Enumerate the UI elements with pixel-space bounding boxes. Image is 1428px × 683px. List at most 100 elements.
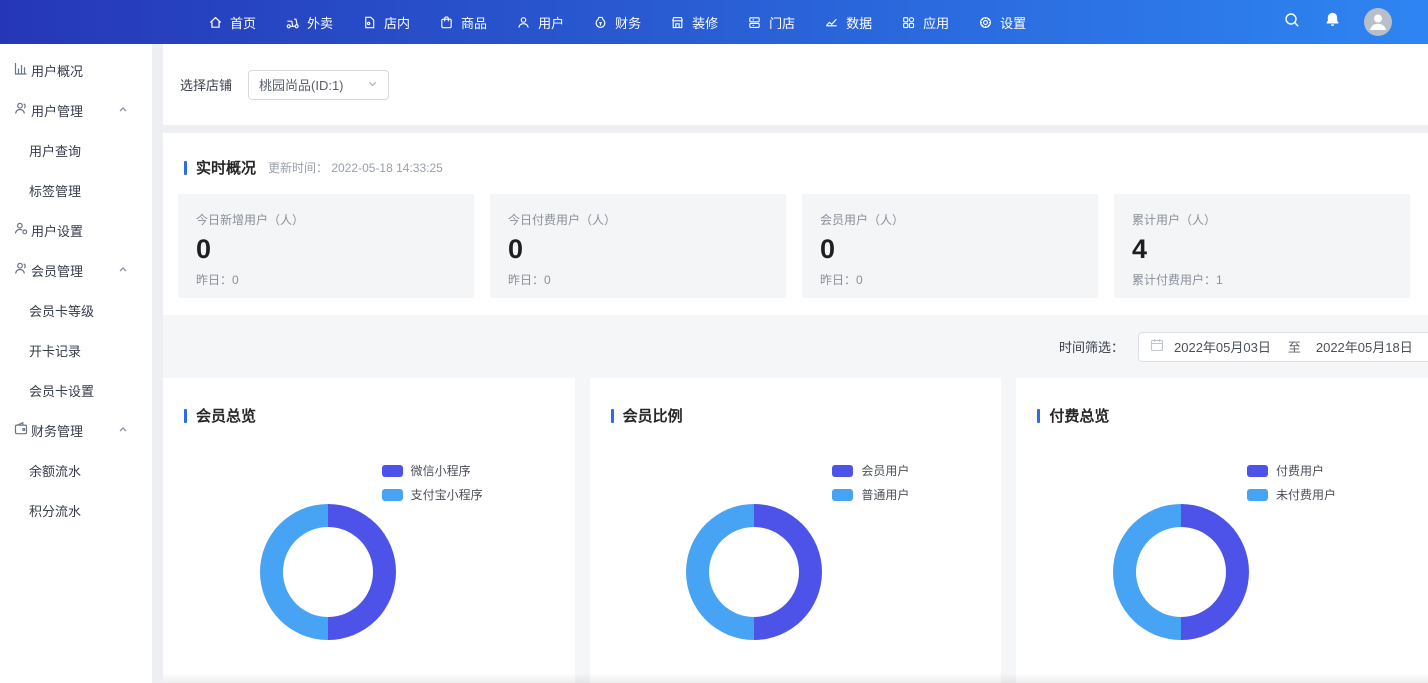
legend-item[interactable]: 支付宝小程序 bbox=[382, 486, 483, 503]
store-select-label: 选择店铺 bbox=[180, 75, 232, 94]
nav-item-settings[interactable]: 设置 bbox=[978, 13, 1026, 32]
sidebar-item-member-card-level[interactable]: 会员卡等级 bbox=[0, 290, 152, 330]
legend-swatch bbox=[832, 489, 853, 501]
legend-item[interactable]: 普通用户 bbox=[832, 486, 909, 503]
legend-label: 微信小程序 bbox=[411, 462, 471, 479]
stat-card-new-users-today: 今日新增用户（人） 0 昨日：0 bbox=[178, 194, 474, 298]
nav-item-label: 用户 bbox=[538, 13, 564, 32]
data-icon bbox=[824, 15, 839, 30]
legend-item[interactable]: 会员用户 bbox=[832, 462, 909, 479]
sidebar-item-user-settings[interactable]: 用户设置 bbox=[0, 210, 152, 250]
title-marker bbox=[1037, 409, 1040, 423]
sidebar-item-label: 用户设置 bbox=[31, 221, 83, 240]
nav-item-goods[interactable]: 商品 bbox=[439, 13, 487, 32]
stat-value: 0 bbox=[196, 236, 474, 263]
sidebar-group-finance-management[interactable]: 财务管理 bbox=[0, 410, 152, 450]
user-icon bbox=[516, 15, 531, 30]
nav-item-home[interactable]: 首页 bbox=[208, 13, 256, 32]
instore-icon bbox=[362, 15, 377, 30]
sidebar-item-label: 标签管理 bbox=[29, 181, 81, 200]
donut-chart-member-overview[interactable] bbox=[260, 504, 396, 640]
store-select-card: 选择店铺 桃园尚品(ID:1) bbox=[163, 44, 1428, 125]
sidebar-item-tag-management[interactable]: 标签管理 bbox=[0, 170, 152, 210]
chart-title: 会员比例 bbox=[623, 405, 683, 426]
store-select-value: 桃园尚品(ID:1) bbox=[259, 75, 367, 94]
stat-label: 会员用户（人） bbox=[820, 211, 1098, 228]
start-date[interactable]: 2022年05月03日 bbox=[1174, 337, 1271, 356]
stat-value: 4 bbox=[1132, 236, 1410, 263]
sidebar-item-label: 用户查询 bbox=[29, 141, 81, 160]
nav-item-delivery[interactable]: 外卖 bbox=[285, 13, 333, 32]
chart-legend: 会员用户 普通用户 bbox=[832, 462, 909, 510]
update-time-value: 2022-05-18 14:33:25 bbox=[331, 161, 442, 175]
stat-card-total-users: 累计用户（人） 4 累计付费用户：1 bbox=[1114, 194, 1410, 298]
sidebar-group-user-management[interactable]: 用户管理 bbox=[0, 90, 152, 130]
nav-item-label: 门店 bbox=[769, 13, 795, 32]
sidebar-item-member-card-settings[interactable]: 会员卡设置 bbox=[0, 370, 152, 410]
nav-item-decorate[interactable]: 装修 bbox=[670, 13, 718, 32]
legend-swatch bbox=[1247, 465, 1268, 477]
search-icon[interactable] bbox=[1283, 11, 1301, 34]
nav-item-instore[interactable]: 店内 bbox=[362, 13, 410, 32]
nav-item-apps[interactable]: 应用 bbox=[901, 13, 949, 32]
realtime-header: 实时概况 更新时间： 2022-05-18 14:33:25 bbox=[163, 133, 1428, 178]
chart-card-member-ratio: 会员比例 会员用户 普通用户 bbox=[590, 378, 1002, 683]
notifications-bell-icon[interactable] bbox=[1324, 11, 1341, 33]
legend-swatch bbox=[1247, 489, 1268, 501]
users-icon bbox=[13, 261, 29, 280]
branch-icon bbox=[747, 15, 762, 30]
stat-label: 累计用户（人） bbox=[1132, 211, 1410, 228]
nav-item-branch[interactable]: 门店 bbox=[747, 13, 795, 32]
sidebar-item-balance-flow[interactable]: 余额流水 bbox=[0, 450, 152, 490]
sidebar-item-user-overview[interactable]: 用户概况 bbox=[0, 50, 152, 90]
donut-chart-member-ratio[interactable] bbox=[686, 504, 822, 640]
donut-chart-payment-overview[interactable] bbox=[1113, 504, 1249, 640]
legend-item[interactable]: 未付费用户 bbox=[1247, 486, 1336, 503]
sidebar-group-member-management[interactable]: 会员管理 bbox=[0, 250, 152, 290]
sidebar-item-label: 用户管理 bbox=[31, 101, 83, 120]
nav-item-label: 店内 bbox=[384, 13, 410, 32]
update-time-label: 更新时间： bbox=[268, 161, 328, 175]
nav-item-user[interactable]: 用户 bbox=[516, 13, 564, 32]
sidebar-item-user-query[interactable]: 用户查询 bbox=[0, 130, 152, 170]
sidebar-item-label: 会员管理 bbox=[31, 261, 83, 280]
date-range-picker[interactable]: 2022年05月03日 至 2022年05月18日 bbox=[1138, 332, 1428, 362]
nav-item-label: 设置 bbox=[1000, 13, 1026, 32]
store-select-dropdown[interactable]: 桃园尚品(ID:1) bbox=[248, 70, 389, 100]
lower-section: 时间筛选： 2022年05月03日 至 2022年05月18日 会员总览 bbox=[163, 315, 1428, 683]
nav-menu: 首页 外卖 店内 商品 用户 财务 装修 门店 bbox=[208, 13, 1055, 32]
legend-item[interactable]: 付费用户 bbox=[1247, 462, 1336, 479]
legend-label: 支付宝小程序 bbox=[411, 486, 483, 503]
chart-title: 付费总览 bbox=[1049, 405, 1109, 426]
user-avatar[interactable] bbox=[1364, 8, 1392, 36]
chart-header: 会员比例 bbox=[590, 378, 1002, 426]
stat-label: 今日付费用户（人） bbox=[508, 211, 786, 228]
sidebar-item-label: 余额流水 bbox=[29, 461, 81, 480]
chart-title: 会员总览 bbox=[196, 405, 256, 426]
main-content: 选择店铺 桃园尚品(ID:1) 实时概况 更新时间： 2022-05-18 14… bbox=[163, 44, 1428, 683]
legend-label: 普通用户 bbox=[861, 486, 909, 503]
update-time: 更新时间： 2022-05-18 14:33:25 bbox=[268, 159, 443, 176]
legend-item[interactable]: 微信小程序 bbox=[382, 462, 483, 479]
stats-row: 今日新增用户（人） 0 昨日：0 今日付费用户（人） 0 昨日：0 会员用户（人… bbox=[163, 178, 1428, 298]
sidebar-item-points-flow[interactable]: 积分流水 bbox=[0, 490, 152, 530]
nav-item-finance[interactable]: 财务 bbox=[593, 13, 641, 32]
chart-legend: 微信小程序 支付宝小程序 bbox=[382, 462, 483, 510]
chart-header: 会员总览 bbox=[163, 378, 575, 426]
nav-item-label: 外卖 bbox=[307, 13, 333, 32]
legend-swatch bbox=[382, 489, 403, 501]
legend-swatch bbox=[832, 465, 853, 477]
end-date[interactable]: 2022年05月18日 bbox=[1316, 337, 1413, 356]
nav-item-label: 数据 bbox=[846, 13, 872, 32]
legend-swatch bbox=[382, 465, 403, 477]
title-marker bbox=[611, 409, 614, 423]
sidebar-item-card-open-records[interactable]: 开卡记录 bbox=[0, 330, 152, 370]
stat-sub: 昨日：0 bbox=[508, 271, 786, 288]
stat-label: 今日新增用户（人） bbox=[196, 211, 474, 228]
nav-item-data[interactable]: 数据 bbox=[824, 13, 872, 32]
legend-label: 付费用户 bbox=[1276, 462, 1324, 479]
time-filter-label: 时间筛选： bbox=[1059, 337, 1124, 356]
nav-item-label: 首页 bbox=[230, 13, 256, 32]
apps-icon bbox=[901, 15, 916, 30]
nav-item-label: 财务 bbox=[615, 13, 641, 32]
